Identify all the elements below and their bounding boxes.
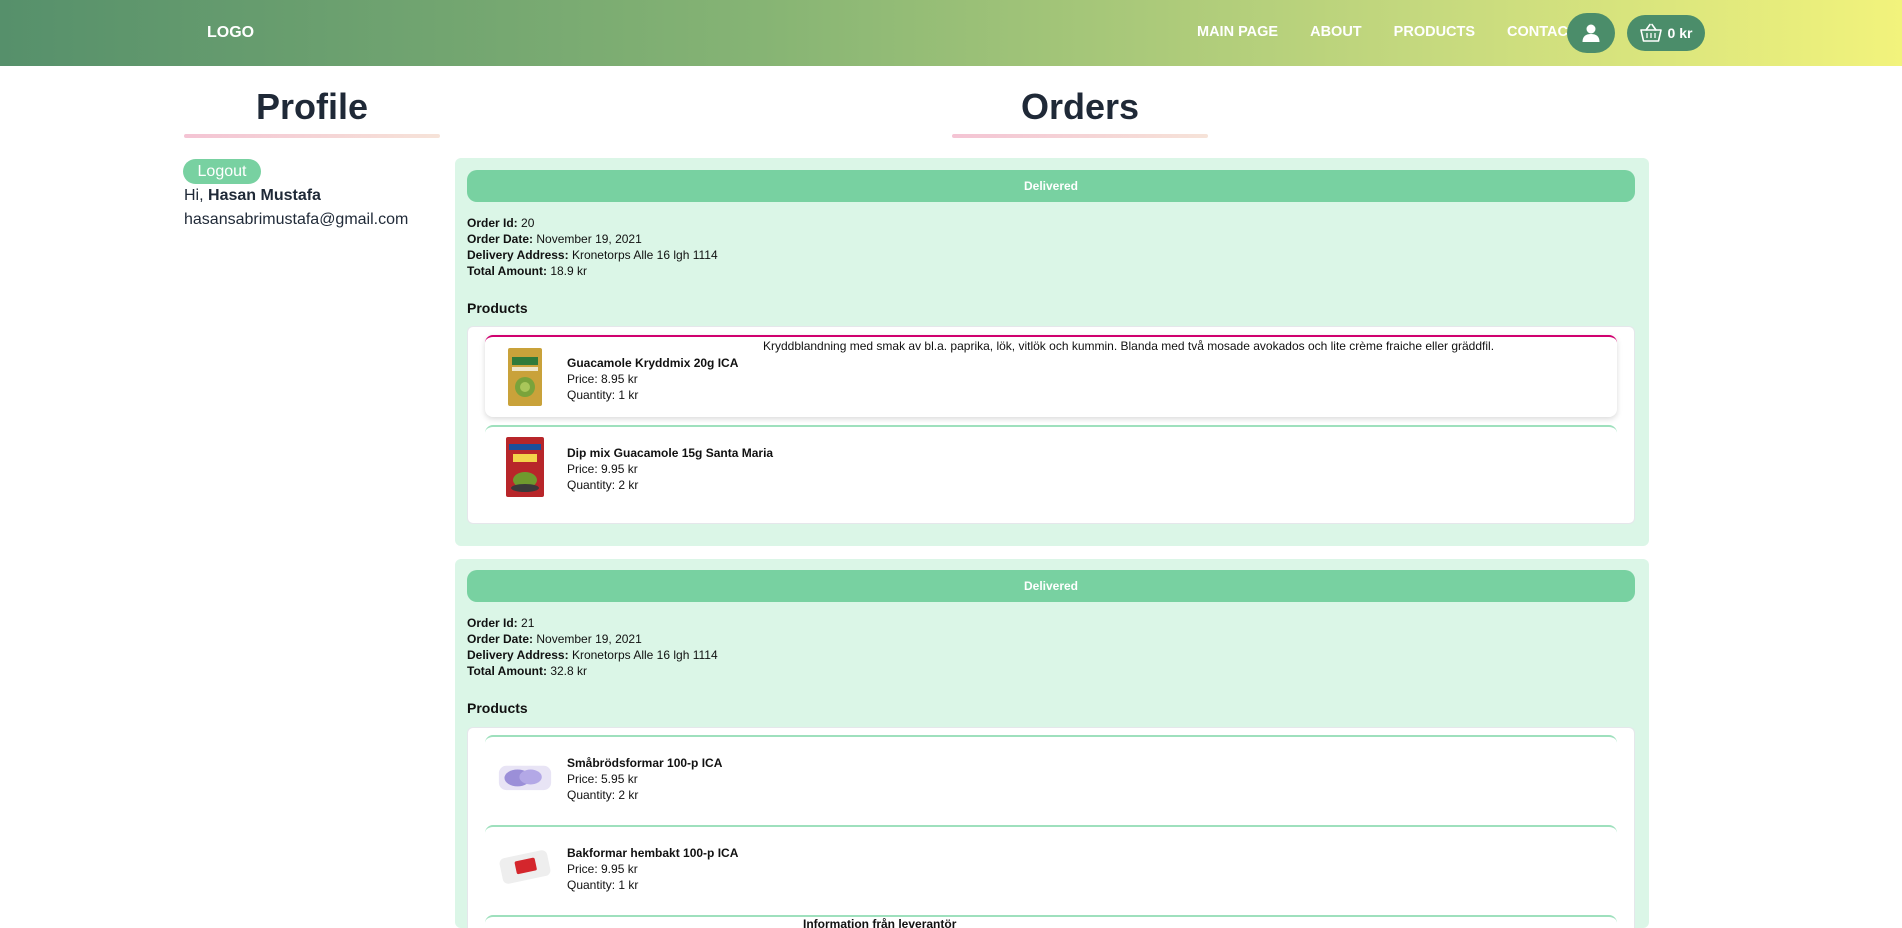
- product-price: Price: 5.95 kr: [567, 772, 638, 786]
- order-info: Order Id: 20 Order Date: November 19, 20…: [467, 215, 718, 279]
- profile-title: Profile: [255, 86, 369, 127]
- user-name: Hasan Mustafa: [208, 187, 321, 204]
- order-card: Delivered Order Id: 21 Order Date: Novem…: [455, 559, 1649, 928]
- product-item[interactable]: Småbrödsformar 100-p ICA Price: 5.95 kr …: [485, 735, 1617, 817]
- products-list: Kryddblandning med smak av bl.a. paprika…: [467, 326, 1635, 524]
- profile-title-underline: [184, 134, 440, 138]
- greeting-text: Hi,: [184, 187, 204, 204]
- product-name: Bakformar hembakt 100-p ICA: [567, 846, 739, 860]
- product-image: [497, 437, 553, 497]
- total-amount: Total Amount: 18.9 kr: [467, 264, 588, 278]
- product-item[interactable]: Dip mix Guacamole 15g Santa Maria Price:…: [485, 425, 1617, 507]
- product-item[interactable]: Information från leverantör: [485, 915, 1617, 928]
- cart-button[interactable]: 0 kr: [1627, 15, 1705, 51]
- product-name: Guacamole Kryddmix 20g ICA: [567, 356, 739, 370]
- nav-link-products[interactable]: PRODUCTS: [1394, 24, 1475, 40]
- product-quantity: Quantity: 2 kr: [567, 478, 639, 492]
- order-date: Order Date: November 19, 2021: [467, 232, 642, 246]
- order-status-badge: Delivered: [467, 570, 1635, 602]
- order-card: Delivered Order Id: 20 Order Date: Novem…: [455, 158, 1649, 546]
- delivery-address: Delivery Address: Kronetorps Alle 16 lgh…: [467, 648, 718, 662]
- basket-icon: [1639, 23, 1662, 42]
- cart-total: 0 kr: [1667, 25, 1693, 41]
- product-details: Småbrödsformar 100-p ICA Price: 5.95 kr …: [567, 755, 722, 803]
- orders-title-underline: [952, 134, 1208, 138]
- nav-link-about[interactable]: ABOUT: [1310, 24, 1362, 40]
- product-details: Dip mix Guacamole 15g Santa Maria Price:…: [567, 445, 773, 493]
- product-quantity: Quantity: 2 kr: [567, 788, 639, 802]
- logout-button[interactable]: Logout: [183, 159, 261, 184]
- product-name: Småbrödsformar 100-p ICA: [567, 756, 723, 770]
- user-icon: [1582, 24, 1600, 42]
- nav-link-main-page[interactable]: MAIN PAGE: [1197, 24, 1278, 40]
- logo[interactable]: LOGO: [207, 24, 254, 42]
- product-details: Bakformar hembakt 100-p ICA Price: 9.95 …: [567, 845, 738, 893]
- product-description: Information från leverantör: [803, 917, 957, 928]
- product-price: Price: 9.95 kr: [567, 862, 638, 876]
- products-list: Småbrödsformar 100-p ICA Price: 5.95 kr …: [467, 727, 1635, 928]
- user-profile-button[interactable]: [1567, 13, 1615, 53]
- product-image: [497, 747, 553, 807]
- navbar: LOGO MAIN PAGE ABOUT PRODUCTS CONTACT 0 …: [0, 0, 1902, 66]
- products-heading: Products: [467, 300, 528, 316]
- total-amount: Total Amount: 32.8 kr: [467, 664, 588, 678]
- product-quantity: Quantity: 1 kr: [567, 878, 639, 892]
- order-id: Order Id: 21: [467, 616, 535, 630]
- product-price: Price: 9.95 kr: [567, 462, 638, 476]
- product-image: [497, 837, 553, 897]
- product-item[interactable]: Kryddblandning med smak av bl.a. paprika…: [485, 335, 1617, 417]
- product-name: Dip mix Guacamole 15g Santa Maria: [567, 446, 774, 460]
- products-heading: Products: [467, 700, 528, 716]
- order-id: Order Id: 20: [467, 216, 535, 230]
- orders-title: Orders: [1020, 86, 1140, 127]
- product-item[interactable]: Bakformar hembakt 100-p ICA Price: 9.95 …: [485, 825, 1617, 907]
- order-info: Order Id: 21 Order Date: November 19, 20…: [467, 615, 718, 679]
- nav-links: MAIN PAGE ABOUT PRODUCTS CONTACT: [1197, 24, 1609, 40]
- product-image: [497, 347, 553, 407]
- product-price: Price: 8.95 kr: [567, 372, 638, 386]
- product-description: Kryddblandning med smak av bl.a. paprika…: [763, 339, 1495, 353]
- order-status-badge: Delivered: [467, 170, 1635, 202]
- product-quantity: Quantity: 1 kr: [567, 388, 639, 402]
- product-details: Guacamole Kryddmix 20g ICA Price: 8.95 k…: [567, 355, 738, 403]
- order-date: Order Date: November 19, 2021: [467, 632, 642, 646]
- user-email: hasansabrimustafa@gmail.com: [184, 211, 409, 228]
- greeting: Hi, Hasan Mustafa: [184, 187, 321, 205]
- delivery-address: Delivery Address: Kronetorps Alle 16 lgh…: [467, 248, 718, 262]
